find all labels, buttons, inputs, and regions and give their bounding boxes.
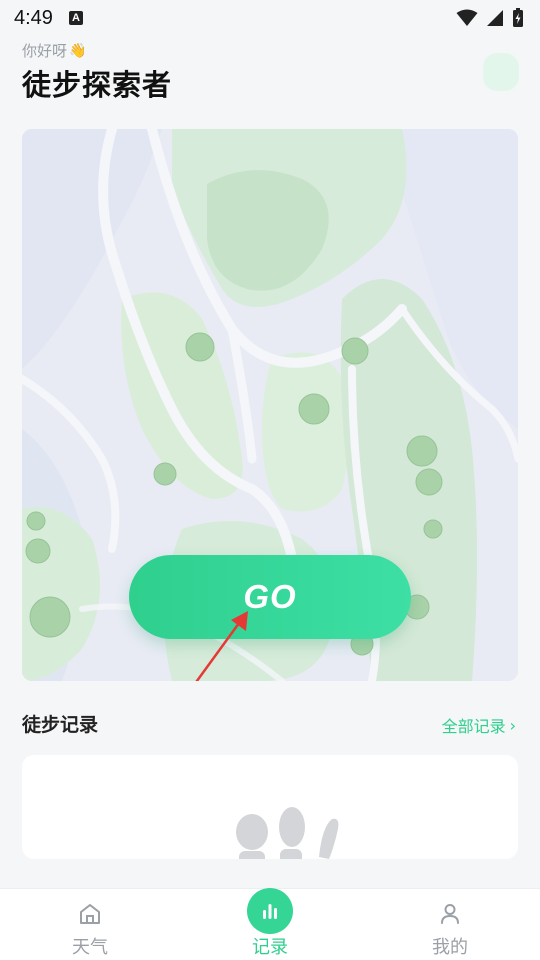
all-records-link[interactable]: 全部记录 › — [442, 713, 516, 737]
nav-label-records: 记录 — [252, 937, 288, 958]
wifi-icon — [456, 9, 478, 26]
person-icon — [441, 904, 459, 924]
chevron-right-icon: › — [509, 715, 516, 735]
battery-icon — [513, 8, 523, 27]
status-indicators — [456, 8, 524, 28]
nav-label-mine: 我的 — [432, 937, 468, 958]
records-card — [22, 755, 518, 859]
greeting-text: 你好呀 — [22, 42, 68, 60]
nav-label-weather: 天气 — [72, 937, 108, 958]
wave-emoji-icon: 👋 — [69, 42, 87, 59]
nav-item-mine[interactable]: 我的 — [360, 889, 540, 960]
avatar[interactable] — [483, 53, 519, 91]
signal-icon — [487, 10, 503, 26]
status-bar: 4:49 A — [0, 0, 540, 36]
chart-icon — [263, 904, 277, 919]
greeting: 你好呀 👋 — [22, 40, 86, 61]
notification-icon: A — [68, 11, 83, 25]
home-icon — [80, 904, 100, 924]
go-button[interactable]: GO — [129, 555, 411, 639]
nav-item-records[interactable]: 记录 — [180, 888, 360, 960]
map-card: GO — [22, 129, 518, 681]
bottom-nav: 天气 记录 我的 — [0, 888, 540, 960]
nav-item-weather[interactable]: 天气 — [0, 889, 180, 960]
section-title-hiking-records: 徒步记录 — [22, 714, 99, 736]
red-arrow-annotation — [195, 611, 248, 681]
all-records-label: 全部记录 — [441, 717, 506, 736]
footprints-icon — [236, 807, 339, 859]
page-title: 徒步探索者 — [22, 68, 173, 102]
status-time: 4:49 — [14, 6, 53, 29]
active-tab-indicator — [247, 888, 293, 934]
